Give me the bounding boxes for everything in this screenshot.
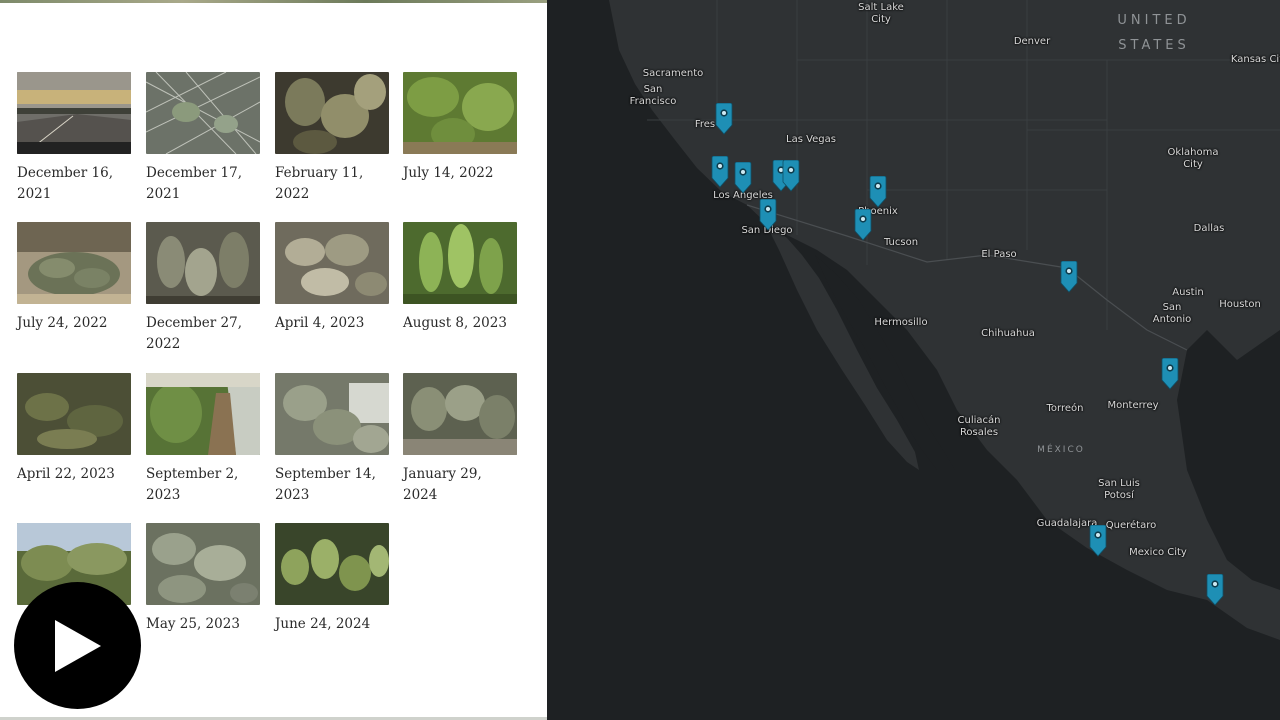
city-label: Kansas Cit	[1230, 54, 1280, 65]
photo-thumbnail[interactable]	[146, 373, 260, 455]
prickly-pear-closeup-photo	[275, 72, 389, 154]
photo-thumbnail[interactable]	[403, 222, 517, 304]
location-pin-icon[interactable]	[1206, 573, 1224, 606]
photo-date: January 29, 2024	[403, 466, 482, 503]
gallery-item[interactable]: July 24, 2022	[17, 222, 131, 334]
location-pin-icon[interactable]	[1089, 524, 1107, 557]
city-label: Sacramento	[642, 68, 704, 79]
location-pin-icon[interactable]	[711, 155, 729, 188]
city-label: Mexico City	[1129, 547, 1187, 558]
city-label: Monterrey	[1107, 400, 1159, 411]
tall-green-cactus-photo	[403, 222, 517, 304]
photo-thumbnail[interactable]	[17, 373, 131, 455]
gallery-item[interactable]: September 2, 2023	[146, 373, 260, 506]
city-label: Denver	[1013, 36, 1051, 47]
location-pin-icon[interactable]	[715, 102, 733, 135]
photo-date: December 27, 2022	[146, 315, 243, 352]
city-label: Austin	[1172, 287, 1204, 298]
hillside-cactus-photo	[275, 373, 389, 455]
gallery-item[interactable]: September 14, 2023	[275, 373, 389, 506]
gallery-item[interactable]: June 24, 2024	[275, 523, 389, 635]
location-pin-icon[interactable]	[854, 208, 872, 241]
photo-thumbnail[interactable]	[275, 373, 389, 455]
city-label: San Luis Potosí	[1098, 478, 1140, 501]
city-label: El Paso	[981, 249, 1017, 260]
city-label: Las Vegas	[786, 134, 836, 145]
region-label-united: UNITED	[1117, 13, 1191, 28]
photo-date: July 14, 2022	[403, 165, 494, 181]
gallery-item[interactable]: January 29, 2024	[403, 373, 517, 506]
cactus-fence-photo	[403, 373, 517, 455]
photo-thumbnail[interactable]	[403, 373, 517, 455]
photo-thumbnail[interactable]	[275, 72, 389, 154]
location-pin-icon[interactable]	[869, 175, 887, 208]
city-label: Salt Lake City	[858, 2, 904, 25]
desert-road-sunset-photo	[17, 72, 131, 154]
cactus-spines-photo	[146, 72, 260, 154]
region-label-states: STATES	[1118, 38, 1190, 53]
location-pin-icon[interactable]	[1161, 357, 1179, 390]
photo-date: May 25, 2023	[146, 616, 240, 632]
gallery-item[interactable]: December 27, 2022	[146, 222, 260, 355]
pale-cactus-leaves-photo	[146, 523, 260, 605]
photo-thumbnail[interactable]	[146, 222, 260, 304]
photo-thumbnail[interactable]	[17, 72, 131, 154]
play-button[interactable]	[14, 582, 141, 709]
drooping-cactus-pads-photo	[17, 222, 131, 304]
location-pin-icon[interactable]	[782, 159, 800, 192]
city-label: Fres	[694, 119, 716, 130]
photo-date: July 24, 2022	[17, 315, 108, 331]
city-label: Culiacán Rosales	[957, 415, 1001, 438]
photo-date: April 4, 2023	[275, 315, 365, 331]
dry-cactus-cluster-photo	[146, 222, 260, 304]
city-label: Tucson	[883, 237, 919, 248]
gallery-item[interactable]: July 14, 2022	[403, 72, 517, 184]
city-label: Querétaro	[1105, 520, 1157, 531]
photo-thumbnail[interactable]	[275, 222, 389, 304]
region-label-mexico: MÉXICO	[1037, 445, 1085, 455]
location-pin-icon[interactable]	[734, 161, 752, 194]
location-pin-icon[interactable]	[759, 198, 777, 231]
photo-date: April 22, 2023	[17, 466, 115, 482]
gallery-item[interactable]: December 17, 2021	[146, 72, 260, 205]
photo-date: December 17, 2021	[146, 165, 243, 202]
photo-thumbnail[interactable]	[146, 72, 260, 154]
photo-date: June 24, 2024	[275, 616, 371, 632]
photo-date: December 16, 2021	[17, 165, 114, 202]
wilted-cactus-photo	[17, 373, 131, 455]
city-label: Houston	[1219, 299, 1261, 310]
green-cactus-pads-photo	[403, 72, 517, 154]
gallery-item[interactable]: August 8, 2023	[403, 222, 517, 334]
city-label: San Antonio	[1152, 302, 1192, 325]
gallery-item[interactable]: December 16, 2021	[17, 72, 131, 205]
cactus-garden-photo	[275, 523, 389, 605]
city-label: Torreón	[1046, 403, 1084, 414]
photo-date: February 11, 2022	[275, 165, 364, 202]
photo-thumbnail[interactable]	[275, 523, 389, 605]
play-icon	[54, 619, 101, 672]
sidewalk-cactus-photo	[146, 373, 260, 455]
gallery-item[interactable]: May 25, 2023	[146, 523, 260, 635]
gallery-item[interactable]: February 11, 2022	[275, 72, 389, 205]
location-pin-icon[interactable]	[1060, 260, 1078, 293]
photo-thumbnail[interactable]	[146, 523, 260, 605]
city-label: Dallas	[1193, 223, 1225, 234]
city-label: Hermosillo	[874, 317, 928, 328]
photo-date: August 8, 2023	[403, 315, 507, 331]
gallery-item[interactable]: April 22, 2023	[17, 373, 131, 485]
photo-thumbnail[interactable]	[403, 72, 517, 154]
photo-thumbnail[interactable]	[17, 222, 131, 304]
city-label: Oklahoma City	[1167, 147, 1219, 170]
city-label: Chihuahua	[981, 328, 1035, 339]
city-label: San Francisco	[629, 84, 677, 107]
photo-date: September 2, 2023	[146, 466, 239, 503]
pale-cactus-pads-photo	[275, 222, 389, 304]
photo-date: September 14, 2023	[275, 466, 376, 503]
map-view[interactable]: UNITED STATES MÉXICO Salt Lake City Denv…	[547, 0, 1280, 720]
gallery-item[interactable]: April 4, 2023	[275, 222, 389, 334]
photo-gallery: December 16, 2021 December 17, 2021 Febr…	[0, 3, 547, 717]
